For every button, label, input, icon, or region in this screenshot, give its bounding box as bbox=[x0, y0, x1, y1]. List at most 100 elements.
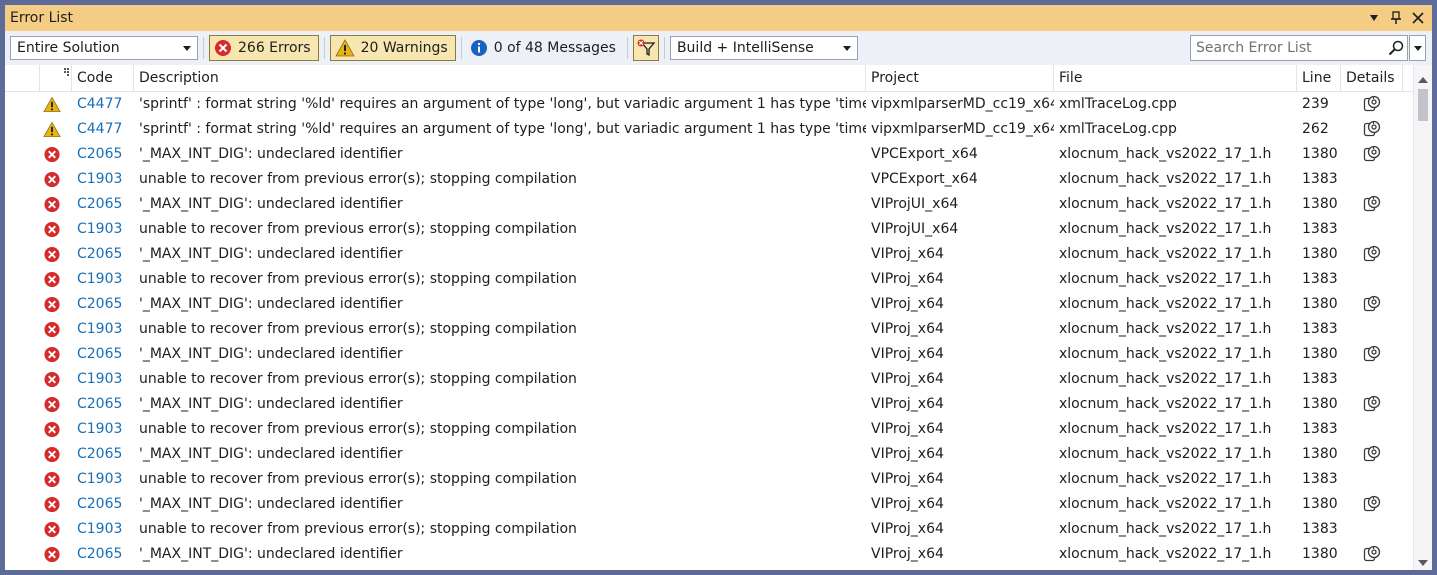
error-row[interactable]: C2065 '_MAX_INT_DIG': undeclared identifi… bbox=[5, 492, 1415, 517]
search-icon[interactable] bbox=[1385, 37, 1407, 59]
error-code-link[interactable]: C2065 bbox=[72, 242, 134, 267]
error-line: 1383 bbox=[1302, 521, 1338, 537]
error-row[interactable]: C1903 unable to recover from previous err… bbox=[5, 517, 1415, 542]
error-code-link[interactable]: C1903 bbox=[72, 417, 134, 442]
scroll-down-arrow-icon[interactable] bbox=[1418, 560, 1428, 566]
error-row[interactable]: C2065 '_MAX_INT_DIG': undeclared identifi… bbox=[5, 192, 1415, 217]
error-description: '_MAX_INT_DIG': undeclared identifier bbox=[139, 146, 403, 162]
scroll-up-arrow-icon[interactable] bbox=[1418, 77, 1428, 83]
error-row[interactable]: C1903 unable to recover from previous err… bbox=[5, 467, 1415, 492]
close-icon[interactable] bbox=[1410, 9, 1426, 27]
error-code-link[interactable]: C4477 bbox=[72, 117, 134, 142]
error-description: unable to recover from previous error(s)… bbox=[139, 321, 577, 337]
filter-toggle-button[interactable] bbox=[632, 35, 659, 61]
error-row[interactable]: C1903 unable to recover from previous err… bbox=[5, 217, 1415, 242]
details-icon[interactable] bbox=[1363, 145, 1381, 163]
toolbar-separator bbox=[203, 37, 204, 59]
dropdown-arrow-icon[interactable] bbox=[1366, 9, 1382, 27]
error-line: 1380 bbox=[1302, 396, 1338, 412]
error-row[interactable]: C2065 '_MAX_INT_DIG': undeclared identifi… bbox=[5, 292, 1415, 317]
warning-icon bbox=[43, 121, 61, 138]
error-file: xmlTraceLog.cpp bbox=[1059, 121, 1177, 137]
errors-filter-button[interactable]: 266 Errors bbox=[209, 35, 319, 61]
error-description: 'sprintf' : format string '%ld' requires… bbox=[139, 121, 866, 137]
error-code-link[interactable]: C4477 bbox=[72, 92, 134, 117]
header-category-spacer bbox=[5, 65, 40, 91]
error-code-link[interactable]: C1903 bbox=[72, 517, 134, 542]
details-icon[interactable] bbox=[1363, 545, 1381, 563]
error-project: VIProj_x64 bbox=[871, 446, 944, 462]
error-project: VIProj_x64 bbox=[871, 346, 944, 362]
header-code[interactable]: Code bbox=[72, 65, 134, 91]
error-row[interactable]: C2065 '_MAX_INT_DIG': undeclared identifi… bbox=[5, 242, 1415, 267]
error-row[interactable]: C1903 unable to recover from previous err… bbox=[5, 267, 1415, 292]
error-code-link[interactable]: C1903 bbox=[72, 217, 134, 242]
vertical-scrollbar[interactable] bbox=[1413, 65, 1432, 570]
error-row[interactable]: C1903 unable to recover from previous err… bbox=[5, 417, 1415, 442]
error-project: VPCExport_x64 bbox=[871, 171, 978, 187]
details-icon[interactable] bbox=[1363, 345, 1381, 363]
pin-icon[interactable] bbox=[1388, 9, 1404, 27]
error-row[interactable]: C2065 '_MAX_INT_DIG': undeclared identifi… bbox=[5, 342, 1415, 367]
error-code-link[interactable]: C2065 bbox=[72, 292, 134, 317]
error-code-link[interactable]: C2065 bbox=[72, 492, 134, 517]
error-code-link[interactable]: C2065 bbox=[72, 342, 134, 367]
search-input[interactable] bbox=[1191, 37, 1385, 59]
error-code-link[interactable]: C1903 bbox=[72, 367, 134, 392]
details-icon[interactable] bbox=[1363, 195, 1381, 213]
details-icon[interactable] bbox=[1363, 95, 1381, 113]
error-code-link[interactable]: C2065 bbox=[72, 442, 134, 467]
error-file: xlocnum_hack_vs2022_17_1.h bbox=[1059, 471, 1272, 487]
header-details[interactable]: Details bbox=[1341, 65, 1403, 91]
error-project: VIProj_x64 bbox=[871, 521, 944, 537]
error-row[interactable]: C1903 unable to recover from previous err… bbox=[5, 167, 1415, 192]
chevron-down-icon bbox=[842, 45, 851, 51]
messages-filter-button[interactable]: 0 of 48 Messages bbox=[467, 35, 622, 61]
error-code-link[interactable]: C2065 bbox=[72, 542, 134, 567]
error-row[interactable]: C1903 unable to recover from previous err… bbox=[5, 317, 1415, 342]
search-options-dropdown[interactable] bbox=[1409, 35, 1426, 61]
error-description: unable to recover from previous error(s)… bbox=[139, 471, 577, 487]
error-code-link[interactable]: C2065 bbox=[72, 192, 134, 217]
error-code-link[interactable]: C1903 bbox=[72, 467, 134, 492]
error-row[interactable]: C2065 '_MAX_INT_DIG': undeclared identifi… bbox=[5, 392, 1415, 417]
error-code-link[interactable]: C2065 bbox=[72, 392, 134, 417]
error-row[interactable]: C2065 '_MAX_INT_DIG': undeclared identifi… bbox=[5, 442, 1415, 467]
info-icon bbox=[470, 40, 487, 56]
build-source-dropdown[interactable]: Build + IntelliSense bbox=[669, 36, 858, 60]
error-row[interactable]: C1903 unable to recover from previous err… bbox=[5, 367, 1415, 392]
warnings-filter-button[interactable]: 20 Warnings bbox=[329, 35, 456, 61]
scroll-thumb[interactable] bbox=[1418, 89, 1428, 121]
error-row[interactable]: C2065 '_MAX_INT_DIG': undeclared identifi… bbox=[5, 142, 1415, 167]
header-description[interactable]: Description bbox=[134, 65, 866, 91]
details-icon[interactable] bbox=[1363, 295, 1381, 313]
details-icon[interactable] bbox=[1363, 120, 1381, 138]
header-line[interactable]: Line bbox=[1297, 65, 1341, 91]
error-code-link[interactable]: C1903 bbox=[72, 167, 134, 192]
toolbar-separator bbox=[626, 37, 628, 59]
error-code-link[interactable]: C2065 bbox=[72, 142, 134, 167]
error-icon bbox=[43, 146, 61, 163]
error-description: 'sprintf' : format string '%ld' requires… bbox=[139, 96, 866, 112]
error-icon bbox=[43, 421, 61, 438]
error-row[interactable]: C4477 'sprintf' : format string '%ld' req… bbox=[5, 92, 1415, 117]
error-row[interactable]: C4477 'sprintf' : format string '%ld' req… bbox=[5, 117, 1415, 142]
header-sort-column[interactable] bbox=[40, 65, 72, 91]
details-icon[interactable] bbox=[1363, 395, 1381, 413]
error-file: xlocnum_hack_vs2022_17_1.h bbox=[1059, 346, 1272, 362]
error-row[interactable]: C2065 '_MAX_INT_DIG': undeclared identifi… bbox=[5, 542, 1415, 567]
scope-dropdown[interactable]: Entire Solution bbox=[10, 36, 198, 60]
error-file: xlocnum_hack_vs2022_17_1.h bbox=[1059, 171, 1272, 187]
details-icon[interactable] bbox=[1363, 445, 1381, 463]
error-code-link[interactable]: C1903 bbox=[72, 317, 134, 342]
error-description: '_MAX_INT_DIG': undeclared identifier bbox=[139, 296, 403, 312]
error-code-link[interactable]: C1903 bbox=[72, 267, 134, 292]
error-icon bbox=[43, 321, 61, 338]
details-icon[interactable] bbox=[1363, 245, 1381, 263]
warning-icon bbox=[43, 96, 61, 113]
error-file: xlocnum_hack_vs2022_17_1.h bbox=[1059, 221, 1272, 237]
error-line: 1383 bbox=[1302, 471, 1338, 487]
header-project[interactable]: Project bbox=[866, 65, 1054, 91]
header-file[interactable]: File bbox=[1054, 65, 1297, 91]
details-icon[interactable] bbox=[1363, 495, 1381, 513]
